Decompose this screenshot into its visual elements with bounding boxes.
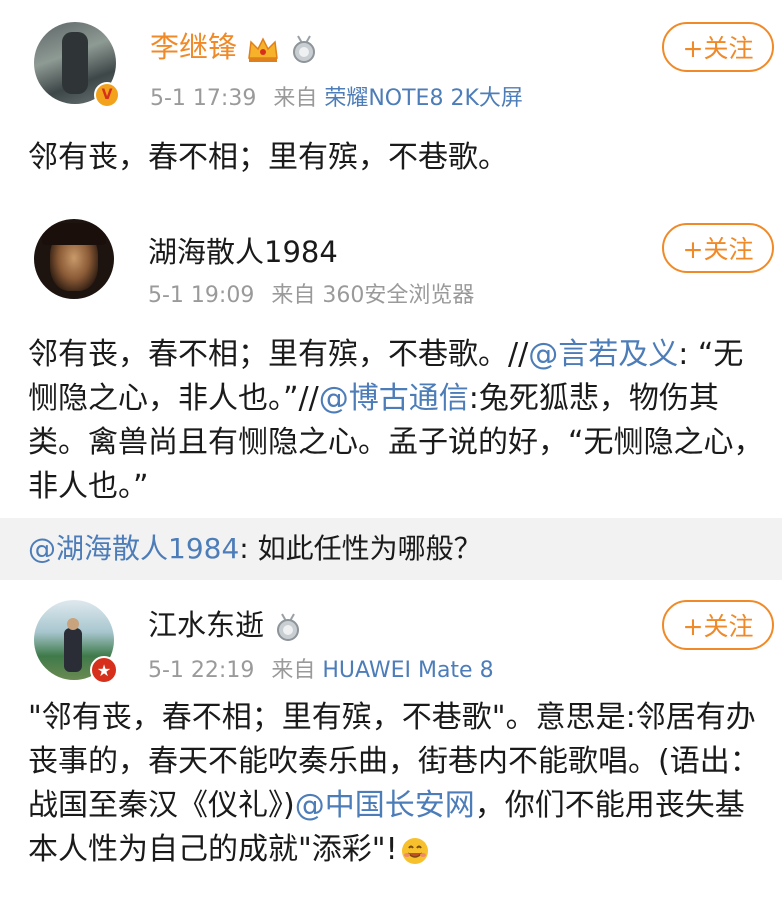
post-text: 邻有丧，春不相；里有殡，不巷歌。//@言若及义: “无恻隐之心，非人也。”//@… (28, 333, 764, 509)
post-1: V 李继锋 5-1 17:39 来自 荣耀NOTE8 2K大屏 +关注 邻有丧，… (0, 0, 782, 215)
follow-button[interactable]: +关注 (662, 223, 774, 273)
post-source[interactable]: 荣耀NOTE8 2K大屏 (324, 86, 523, 111)
post-meta: 5-1 19:09 来自 360安全浏览器 (148, 277, 474, 309)
verified-badge: V (94, 82, 120, 108)
smile-emoji-icon (401, 837, 428, 864)
post-text: 邻有丧，春不相；里有殡，不巷歌。 (28, 140, 508, 175)
post-meta: 5-1 17:39 来自 荣耀NOTE8 2K大屏 (150, 80, 523, 112)
text-segment: 邻有丧，春不相；里有殡，不巷歌。// (28, 337, 529, 372)
post-meta: 5-1 22:19 来自 HUAWEI Mate 8 (148, 652, 494, 684)
mention-link[interactable]: @湖海散人1984 (28, 532, 239, 565)
crown-icon (248, 37, 279, 62)
from-label: 来自 (271, 658, 316, 683)
user-name[interactable]: 李继锋 (150, 24, 319, 66)
post-time: 5-1 19:09 (148, 283, 255, 308)
user-name[interactable]: 湖海散人1984 (148, 229, 338, 271)
post-3: ★ 江水东逝 5-1 22:19 来自 HUAWEI Mate 8 +关注 "邻… (0, 580, 782, 904)
medal-icon (277, 613, 300, 641)
user-name[interactable]: 江水东逝 (148, 602, 303, 644)
mention-link[interactable]: @博古通信 (319, 381, 469, 416)
post-source: 360安全浏览器 (322, 283, 475, 308)
mention-link[interactable]: @言若及义 (528, 337, 678, 372)
post-time: 5-1 22:19 (148, 658, 255, 683)
from-label: 来自 (273, 86, 318, 111)
reply-quote[interactable]: @湖海散人1984: 如此任性为哪般？ (0, 518, 782, 580)
post-source[interactable]: HUAWEI Mate 8 (322, 658, 493, 683)
from-label: 来自 (271, 283, 316, 308)
mention-link[interactable]: @中国长安网 (295, 788, 475, 823)
follow-button[interactable]: +关注 (662, 22, 774, 72)
post-text: "邻有丧，春不相；里有殡，不巷歌"。意思是:邻居有办丧事的，春天不能吹奏乐曲，街… (28, 696, 764, 872)
verified-badge: ★ (90, 656, 118, 684)
medal-icon (293, 35, 316, 63)
quote-text: : 如此任性为哪般？ (239, 532, 482, 565)
avatar[interactable] (34, 219, 114, 299)
follow-button[interactable]: +关注 (662, 600, 774, 650)
post-2: 湖海散人1984 5-1 19:09 来自 360安全浏览器 +关注 邻有丧，春… (0, 215, 782, 515)
post-time: 5-1 17:39 (150, 86, 257, 111)
